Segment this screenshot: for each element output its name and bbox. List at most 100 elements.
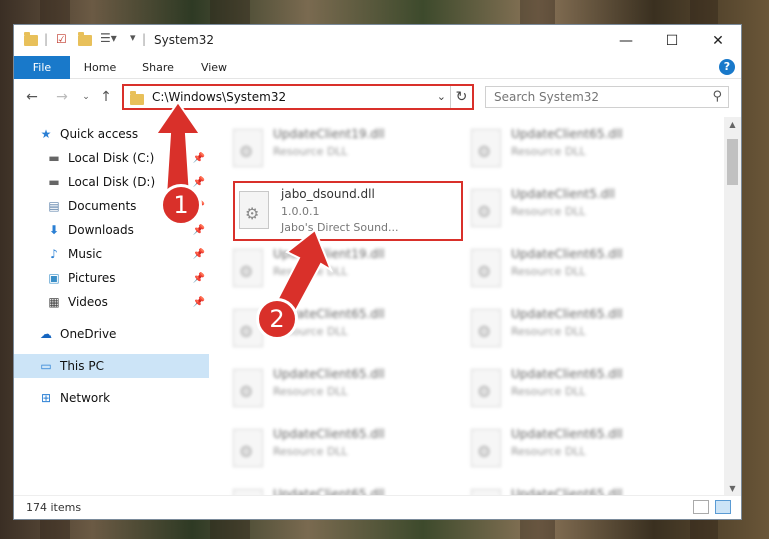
title-bar: | ☑ ☰▾ ▾ | System32 — ☐ ✕ [14,25,741,56]
file-type: Resource DLL [511,385,586,398]
dll-file-icon [471,129,501,167]
file-name: jabo_dsound.dll [281,187,375,201]
maximize-button[interactable]: ☐ [649,25,695,56]
file-item[interactable]: UpdateClient19.dll Resource DLL [227,123,457,179]
dll-file-icon [233,129,263,167]
large-icons-view-icon[interactable] [715,500,731,514]
status-bar: 174 items [14,495,741,519]
file-item[interactable]: UpdateClient65.dll Resource DLL [227,363,457,419]
search-box[interactable]: ⚲ [485,86,729,108]
sidebar-item-label: Music [68,247,103,261]
minimize-button[interactable]: — [603,25,649,56]
item-count: 174 items [26,501,82,514]
file-version: 1.0.0.1 [281,205,320,218]
file-item[interactable]: UpdateClient5.dll Resource DLL [465,183,695,239]
file-name: UpdateClient65.dll [273,427,385,441]
file-explorer-window: | ☑ ☰▾ ▾ | System32 — ☐ ✕ File Home Shar… [13,24,742,520]
file-type: Resource DLL [511,265,586,278]
sidebar-item-music[interactable]: ♪ Music 📌 [14,242,209,266]
folder-icon [24,32,38,51]
star-icon: ★ [40,127,52,141]
music-note-icon: ♪ [50,247,58,261]
tab-home[interactable]: Home [80,56,120,79]
chevron-down-icon[interactable]: ▾ [130,31,136,47]
refresh-icon[interactable]: ↻ [450,86,472,108]
pin-icon[interactable]: 📌 [193,297,205,308]
file-name: UpdateClient65.dll [511,127,623,141]
chevron-down-icon[interactable]: ⌄ [437,90,446,103]
sidebar-item-label: Videos [68,295,108,309]
sidebar-item-network[interactable]: ⊞ Network [14,386,209,410]
pin-icon[interactable]: 📌 [193,273,205,284]
file-item[interactable]: UpdateClient19.dll Resource DLL [227,243,457,299]
file-item[interactable]: UpdateClient65.dll Resource DLL [465,423,695,479]
tab-file[interactable]: File [14,56,70,79]
tab-view[interactable]: View [194,56,234,79]
file-name: UpdateClient65.dll [273,367,385,381]
step-2-badge: 2 [256,298,298,340]
file-item[interactable]: UpdateClient65.dll Resource DLL [465,243,695,299]
search-icon[interactable]: ⚲ [712,89,722,104]
dll-file-icon [233,429,263,467]
monitor-icon: ▭ [40,359,52,373]
pin-icon[interactable]: 📌 [193,249,205,260]
file-type: Resource DLL [511,205,586,218]
back-arrow-icon[interactable]: ← [24,89,40,105]
ribbon-tabs: File Home Share View ? [14,56,741,79]
pictures-icon: ▣ [48,271,60,285]
new-folder-icon[interactable] [78,32,92,51]
help-icon[interactable]: ? [719,59,735,75]
close-button[interactable]: ✕ [695,25,741,56]
sidebar-item-label: Local Disk (C:) [68,151,155,165]
step-1-badge: 1 [160,184,202,226]
file-item[interactable]: UpdateClient65.dll Resource DLL [465,363,695,419]
file-item[interactable]: UpdateClient65.dll Resource DLL [465,303,695,359]
sidebar-item-label: Downloads [68,223,134,237]
dll-file-icon [471,189,501,227]
drive-icon: ▬ [48,151,60,165]
dll-file-icon [239,191,269,229]
folder-icon [130,91,144,105]
sidebar-item-videos[interactable]: ▦ Videos 📌 [14,290,209,314]
file-type: Resource DLL [511,325,586,338]
scrollbar-thumb[interactable] [727,139,738,185]
file-item[interactable]: UpdateClient65.dll Resource DLL [227,423,457,479]
download-arrow-icon: ⬇ [48,223,60,237]
dll-file-icon [471,309,501,347]
sidebar-item-label: Documents [68,199,137,213]
sidebar-item-label: Local Disk (D:) [68,175,156,189]
sidebar-item-label: Pictures [68,271,116,285]
file-name: UpdateClient5.dll [511,187,615,201]
separator: | [44,32,49,46]
sidebar-item-label: OneDrive [60,327,117,341]
up-arrow-icon[interactable]: ↑ [98,89,114,105]
search-input[interactable] [486,87,686,107]
network-icon: ⊞ [40,391,52,405]
properties-check-icon[interactable]: ☑ [56,32,67,48]
vertical-scrollbar[interactable]: ▲ ▼ [724,117,741,497]
dll-file-icon [471,249,501,287]
pin-icon[interactable]: 📌 [193,225,205,236]
dll-file-icon [471,429,501,467]
sidebar-item-pictures[interactable]: ▣ Pictures 📌 [14,266,209,290]
scroll-up-arrow-icon[interactable]: ▲ [724,117,741,133]
dll-file-icon [233,369,263,407]
recent-locations-chevron-icon[interactable]: ⌄ [78,92,94,102]
file-name: UpdateClient65.dll [511,307,623,321]
file-item[interactable]: UpdateClient65.dll Resource DLL [465,123,695,179]
documents-icon: ▤ [48,199,60,213]
file-type: Resource DLL [273,385,348,398]
file-type: Resource DLL [273,445,348,458]
file-name: UpdateClient65.dll [511,367,623,381]
sidebar-item-this-pc[interactable]: ▭ This PC [14,354,209,378]
file-type: Resource DLL [511,445,586,458]
tab-share[interactable]: Share [138,56,178,79]
sidebar-item-onedrive[interactable]: ☁ OneDrive [14,322,209,346]
file-type: Resource DLL [511,145,586,158]
file-type: Resource DLL [273,145,348,158]
customize-toolbar-icon[interactable]: ☰▾ [100,31,117,47]
forward-arrow-icon[interactable]: → [54,89,70,105]
file-name: UpdateClient65.dll [511,427,623,441]
separator: | [142,32,147,46]
details-view-icon[interactable] [693,500,709,514]
